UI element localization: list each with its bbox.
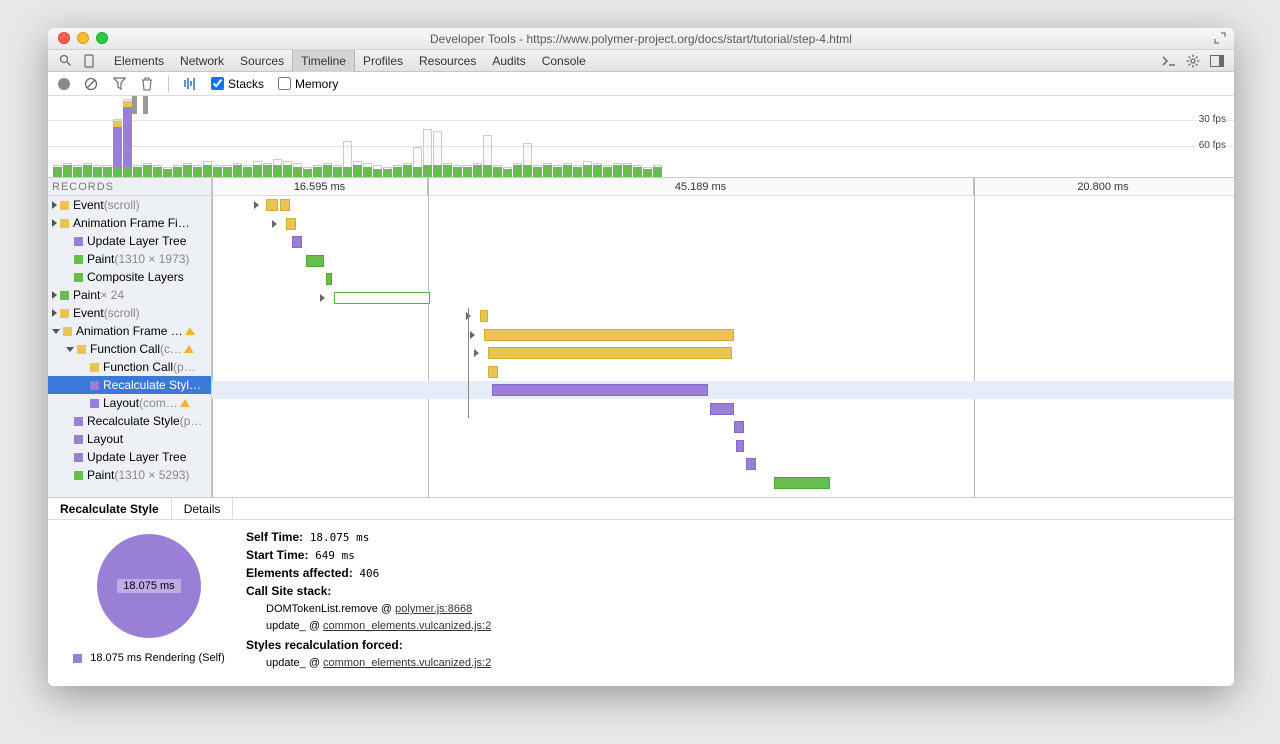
console-toggle-icon[interactable]: [1162, 54, 1176, 68]
link-polymer-js[interactable]: polymer.js:8668: [395, 603, 472, 615]
record-row[interactable]: Event (scroll): [48, 304, 211, 322]
flame-bar[interactable]: [734, 421, 744, 433]
record-row[interactable]: Update Layer Tree: [48, 448, 211, 466]
stacks-checkbox[interactable]: Stacks: [211, 77, 264, 91]
link-common-elements-1[interactable]: common_elements.vulcanized.js:2: [323, 620, 491, 632]
tab-resources[interactable]: Resources: [411, 50, 484, 72]
record-row[interactable]: Paint × 24: [48, 286, 211, 304]
pie-label: 18.075 ms: [117, 579, 180, 593]
flame-bar[interactable]: [280, 199, 290, 211]
record-row[interactable]: Recalculate Style (p…: [48, 412, 211, 430]
flame-bar[interactable]: [292, 236, 302, 248]
zoom-icon[interactable]: [96, 32, 108, 44]
record-row[interactable]: Animation Frame Fi…: [48, 214, 211, 232]
ruler-seg-3: 20.800 ms: [974, 178, 1232, 195]
flame-bar[interactable]: [480, 310, 488, 322]
tab-timeline[interactable]: Timeline: [292, 50, 355, 72]
ruler-seg-2: 45.189 ms: [428, 178, 974, 195]
flame-bar[interactable]: [710, 403, 734, 415]
self-time-pie: 18.075 ms: [97, 534, 201, 638]
tab-elements[interactable]: Elements: [106, 50, 172, 72]
clear-icon[interactable]: [84, 77, 98, 91]
flame-bar[interactable]: [492, 384, 708, 396]
record-row[interactable]: Paint (1310 × 1973): [48, 250, 211, 268]
details-pane: Recalculate Style Details 18.075 ms 18.0…: [48, 498, 1234, 686]
frames-view-icon[interactable]: [183, 77, 197, 91]
tab-details[interactable]: Details: [172, 498, 234, 519]
overview-bars: [52, 99, 1230, 177]
window-title: Developer Tools - https://www.polymer-pr…: [48, 32, 1234, 46]
tabs: ElementsNetworkSourcesTimelineProfilesRe…: [106, 50, 594, 72]
flame-bar[interactable]: [286, 218, 296, 230]
ruler: RECORDS 16.595 ms 45.189 ms 20.800 ms: [48, 178, 1234, 196]
main-area: Event (scroll)Animation Frame Fi…Update …: [48, 196, 1234, 498]
flame-bar[interactable]: [484, 329, 734, 341]
link-common-elements-2[interactable]: common_elements.vulcanized.js:2: [323, 657, 491, 669]
tab-network[interactable]: Network: [172, 50, 232, 72]
close-icon[interactable]: [58, 32, 70, 44]
traffic-lights: [58, 32, 108, 44]
record-row[interactable]: Layout: [48, 430, 211, 448]
main-tabbar: ElementsNetworkSourcesTimelineProfilesRe…: [48, 50, 1234, 72]
memory-checkbox[interactable]: Memory: [278, 77, 338, 91]
flame-bar[interactable]: [334, 292, 430, 304]
ruler-seg-1: 16.595 ms: [212, 178, 428, 195]
tab-sources[interactable]: Sources: [232, 50, 292, 72]
tab-console[interactable]: Console: [534, 50, 594, 72]
flame-bar[interactable]: [488, 347, 732, 359]
flame-bar[interactable]: [774, 477, 830, 489]
record-row[interactable]: Function Call (c…: [48, 340, 211, 358]
record-row[interactable]: Event (scroll): [48, 196, 211, 214]
flame-bar[interactable]: [736, 440, 744, 452]
record-button[interactable]: [58, 78, 70, 90]
records-sidebar[interactable]: Event (scroll)Animation Frame Fi…Update …: [48, 196, 212, 497]
devtools-window: Developer Tools - https://www.polymer-pr…: [48, 28, 1234, 686]
overview-strip[interactable]: 30 fps 60 fps: [48, 96, 1234, 178]
dock-icon[interactable]: [1210, 54, 1224, 68]
flame-bar[interactable]: [746, 458, 756, 470]
flame-bar[interactable]: [488, 366, 498, 378]
tab-profiles[interactable]: Profiles: [355, 50, 411, 72]
record-row[interactable]: Paint (1310 × 5293): [48, 466, 211, 484]
record-row[interactable]: Function Call (p…: [48, 358, 211, 376]
trash-icon[interactable]: [140, 77, 154, 91]
record-row[interactable]: Recalculate Styl…: [48, 376, 211, 394]
record-row[interactable]: Animation Frame …: [48, 322, 211, 340]
flame-bar[interactable]: [266, 199, 278, 211]
expand-icon[interactable]: [1214, 32, 1226, 44]
gear-icon[interactable]: [1186, 54, 1200, 68]
record-row[interactable]: Update Layer Tree: [48, 232, 211, 250]
record-row[interactable]: Composite Layers: [48, 268, 211, 286]
record-row[interactable]: Layout (com…: [48, 394, 211, 412]
titlebar[interactable]: Developer Tools - https://www.polymer-pr…: [48, 28, 1234, 50]
flame-chart[interactable]: [212, 196, 1234, 497]
filter-icon[interactable]: [112, 77, 126, 91]
tab-audits[interactable]: Audits: [484, 50, 533, 72]
minimize-icon[interactable]: [77, 32, 89, 44]
device-icon[interactable]: [82, 54, 96, 68]
flame-bar[interactable]: [306, 255, 324, 267]
flame-bar[interactable]: [326, 273, 332, 285]
details-tabs: Recalculate Style Details: [48, 498, 1234, 520]
pie-legend: 18.075 ms Rendering (Self): [73, 652, 225, 664]
timeline-toolbar: Stacks Memory: [48, 72, 1234, 96]
pie-column: 18.075 ms 18.075 ms Rendering (Self): [52, 530, 246, 676]
tab-recalc-style[interactable]: Recalculate Style: [48, 498, 172, 519]
info-column: Self Time: 18.075 ms Start Time: 649 ms …: [246, 530, 1230, 676]
search-icon[interactable]: [58, 54, 72, 68]
records-header: RECORDS: [48, 178, 212, 195]
